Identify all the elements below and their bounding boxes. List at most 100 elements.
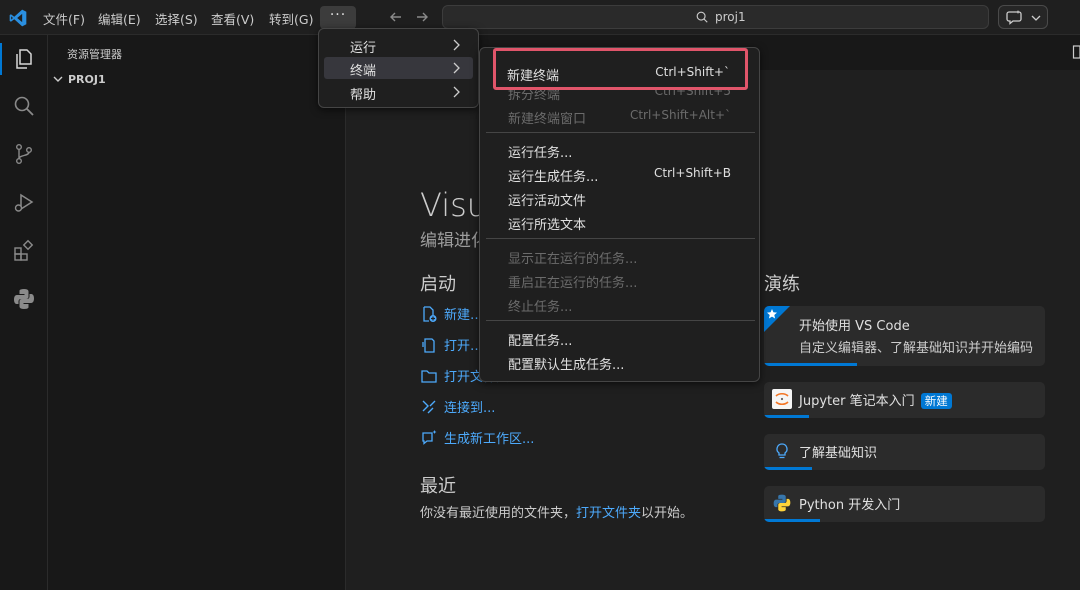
menu-separator bbox=[486, 132, 755, 133]
search-icon bbox=[696, 11, 708, 23]
walkthrough-card-getting-started[interactable]: 开始使用 VS Code 自定义编辑器、了解基础知识并开始编码 bbox=[764, 306, 1045, 366]
menu-item-label: 运行 bbox=[350, 41, 377, 56]
run-debug-icon[interactable] bbox=[12, 191, 36, 215]
extensions-icon[interactable] bbox=[12, 239, 36, 263]
star-icon bbox=[767, 309, 777, 319]
more-menu-item-terminal[interactable]: 终端 bbox=[324, 57, 473, 79]
connect-to-label: 连接到... bbox=[444, 401, 496, 416]
walkthrough-progress bbox=[764, 467, 812, 470]
walkthrough-title-line: Jupyter 笔记本入门 新建 bbox=[799, 390, 952, 409]
open-folder-inline-link[interactable]: 打开文件夹 bbox=[576, 506, 641, 521]
walkthrough-desc: 自定义编辑器、了解基础知识并开始编码 bbox=[799, 341, 1034, 356]
terminal-menu-item[interactable]: 配置默认生成任务... bbox=[480, 352, 761, 374]
chevron-right-icon bbox=[453, 62, 460, 74]
generate-workspace-link[interactable]: 生成新工作区... bbox=[420, 428, 534, 447]
chevron-right-icon bbox=[453, 86, 460, 98]
menu-item-label: 运行任务... bbox=[508, 146, 573, 161]
walkthrough-card-jupyter[interactable]: Jupyter 笔记本入门 新建 bbox=[764, 382, 1045, 418]
menu-item-shortcut: Ctrl+Shift+` bbox=[655, 65, 730, 79]
terminal-menu-item[interactable]: 运行任务... bbox=[480, 140, 761, 162]
title-bar: 文件(F) 编辑(E) 选择(S) 查看(V) 转到(G) ··· proj1 bbox=[0, 0, 1080, 35]
menu-separator bbox=[486, 320, 755, 321]
walkthrough-progress bbox=[764, 519, 821, 522]
vscode-logo-icon bbox=[9, 9, 27, 27]
menu-item-shortcut: Ctrl+Shift+Alt+` bbox=[629, 108, 731, 122]
menu-item-label: 运行活动文件 bbox=[508, 194, 587, 209]
terminal-submenu: 拆分终端 Ctrl+Shift+5 新建终端窗口 Ctrl+Shift+Alt+` 运行… bbox=[479, 47, 760, 382]
terminal-menu-item[interactable]: 运行生成任务... Ctrl+Shift+B bbox=[480, 164, 761, 186]
search-icon[interactable] bbox=[12, 94, 36, 118]
terminal-menu-item[interactable]: 新建终端 Ctrl+Shift+` bbox=[479, 63, 760, 85]
more-menu-dropdown: 运行 终端 帮助 bbox=[318, 28, 479, 108]
recent-heading: 最近 bbox=[420, 476, 456, 497]
new-file-link[interactable]: 新建… bbox=[420, 304, 483, 323]
menu-edit[interactable]: 编辑(E) bbox=[98, 9, 141, 28]
connect-to-link[interactable]: 连接到... bbox=[420, 397, 495, 416]
open-file-link[interactable]: 打开… bbox=[420, 335, 483, 354]
terminal-menu-item[interactable]: 运行活动文件 bbox=[480, 188, 761, 210]
jupyter-icon bbox=[772, 389, 792, 409]
new-badge: 新建 bbox=[920, 393, 952, 409]
menu-item-shortcut: Ctrl+Shift+B bbox=[654, 166, 731, 180]
menu-item-label: 配置任务... bbox=[508, 334, 573, 349]
terminal-menu-item[interactable]: 配置任务... bbox=[480, 328, 761, 350]
copilot-icon bbox=[1006, 10, 1022, 25]
menu-separator bbox=[486, 238, 755, 239]
explorer-icon[interactable] bbox=[12, 47, 36, 71]
more-menu-item-run[interactable]: 运行 bbox=[324, 34, 473, 56]
open-file-label: 打开… bbox=[444, 339, 484, 354]
start-heading: 启动 bbox=[420, 274, 456, 295]
walkthroughs-heading: 演练 bbox=[764, 274, 800, 295]
menu-item-label: 新建终端窗口 bbox=[508, 112, 587, 127]
menu-item-label: 运行所选文本 bbox=[508, 218, 587, 233]
project-folder-row[interactable]: PROJ1 bbox=[52, 73, 106, 86]
python-logo-icon bbox=[773, 494, 791, 512]
chevron-down-icon bbox=[53, 76, 63, 82]
terminal-menu-item: 终止任务... bbox=[480, 294, 761, 316]
activity-bar bbox=[0, 35, 48, 590]
menu-item-label: 新建终端 bbox=[507, 69, 560, 84]
walkthrough-title: Python 开发入门 bbox=[799, 498, 901, 513]
remote-icon bbox=[422, 400, 436, 414]
more-menus-button[interactable]: ··· bbox=[320, 6, 356, 29]
search-text: proj1 bbox=[715, 10, 746, 24]
menu-item-label: 重启正在运行的任务... bbox=[508, 276, 638, 291]
explorer-sidebar: 资源管理器 PROJ1 bbox=[48, 35, 346, 590]
walkthrough-title: 了解基础知识 bbox=[799, 446, 878, 461]
welcome-title: Visu bbox=[420, 186, 488, 224]
more-menu-item-help[interactable]: 帮助 bbox=[324, 81, 473, 103]
command-center-search[interactable]: proj1 bbox=[442, 5, 989, 29]
terminal-menu-item: 重启正在运行的任务... bbox=[480, 270, 761, 292]
recent-suffix: 以开始。 bbox=[641, 506, 694, 521]
copilot-button[interactable] bbox=[998, 5, 1048, 29]
menu-item-label: 帮助 bbox=[350, 88, 377, 103]
walkthrough-card-fundamentals[interactable]: 了解基础知识 bbox=[764, 434, 1045, 470]
forward-arrow-icon[interactable] bbox=[414, 9, 430, 25]
menu-item-label: 显示正在运行的任务... bbox=[508, 252, 638, 267]
menu-view[interactable]: 查看(V) bbox=[211, 9, 254, 28]
menu-item-label: 运行生成任务... bbox=[508, 170, 599, 185]
recent-prefix: 你没有最近使用的文件夹， bbox=[420, 506, 577, 521]
walkthrough-card-python[interactable]: Python 开发入门 bbox=[764, 486, 1045, 522]
walkthrough-progress bbox=[764, 363, 857, 366]
lightbulb-icon bbox=[776, 443, 788, 459]
split-editor-icon[interactable] bbox=[1072, 44, 1080, 60]
open-file-icon bbox=[422, 338, 435, 353]
new-file-icon bbox=[423, 306, 437, 322]
walkthrough-title: Jupyter 笔记本入门 bbox=[799, 394, 915, 409]
menu-item-label: 终止任务... bbox=[508, 300, 573, 315]
menu-selection[interactable]: 选择(S) bbox=[155, 9, 198, 28]
back-arrow-icon[interactable] bbox=[388, 9, 404, 25]
welcome-subtitle: 编辑进化 bbox=[420, 231, 488, 251]
menu-go[interactable]: 转到(G) bbox=[269, 9, 313, 28]
terminal-menu-item[interactable]: 运行所选文本 bbox=[480, 212, 761, 234]
chevron-right-icon bbox=[453, 39, 460, 51]
new-file-label: 新建… bbox=[444, 308, 484, 323]
walkthrough-progress bbox=[764, 415, 809, 418]
python-icon[interactable] bbox=[12, 287, 36, 311]
menu-file[interactable]: 文件(F) bbox=[43, 9, 85, 28]
project-name: PROJ1 bbox=[68, 73, 106, 86]
chat-sparkle-icon bbox=[422, 430, 437, 445]
walkthrough-title: 开始使用 VS Code bbox=[799, 319, 910, 334]
source-control-icon[interactable] bbox=[12, 142, 36, 166]
